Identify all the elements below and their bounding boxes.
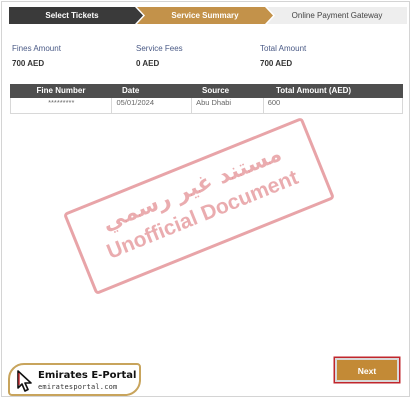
- progress-stepper: Select Tickets Service Summary Online Pa…: [9, 7, 407, 24]
- cell-date: 05/01/2024: [112, 98, 193, 113]
- cell-fine-number: *********: [11, 98, 113, 113]
- table-header-row: Fine Number Date Source Total Amount (AE…: [10, 84, 403, 98]
- fines-amount-label: Fines Amount: [12, 44, 61, 53]
- total-amount-value: 700 AED: [260, 59, 293, 68]
- cell-total-amount: 600: [267, 98, 281, 107]
- step-service-summary: Service Summary: [137, 7, 273, 24]
- header-total-amount: Total Amount (AED): [276, 86, 352, 95]
- logo-title: Emirates E-Portal: [38, 370, 137, 381]
- header-source: Source: [202, 86, 230, 95]
- service-fees: Service Fees 0 AED: [136, 44, 183, 68]
- next-button[interactable]: Next: [335, 358, 399, 382]
- total-amount: Total Amount 700 AED: [260, 44, 306, 68]
- fines-table: Fine Number Date Source Total Amount (AE…: [10, 84, 403, 114]
- service-fees-value: 0 AED: [136, 59, 160, 68]
- total-amount-label: Total Amount: [260, 44, 307, 53]
- unofficial-document-stamp: مستند غير رسمي Unofficial Document: [62, 116, 336, 296]
- page-frame: Select Tickets Service Summary Online Pa…: [1, 1, 410, 397]
- header-date: Date: [122, 86, 140, 95]
- header-fine-number: Fine Number: [36, 86, 86, 95]
- cursor-arrow-icon: [16, 370, 34, 397]
- step-select-tickets[interactable]: Select Tickets: [9, 7, 143, 24]
- cell-source: Abu Dhabi: [192, 98, 264, 113]
- step-online-payment-gateway: Online Payment Gateway: [267, 7, 407, 24]
- emirates-eportal-logo: Emirates E-Portal emiratesportal.com: [8, 363, 141, 396]
- fines-amount-value: 700 AED: [12, 59, 45, 68]
- table-row: ********* 05/01/2024 Abu Dhabi 600: [10, 98, 403, 114]
- amount-summary: Fines Amount 700 AED Service Fees 0 AED …: [12, 44, 402, 74]
- fines-amount: Fines Amount 700 AED: [12, 44, 61, 68]
- service-fees-label: Service Fees: [136, 44, 183, 53]
- logo-url: emiratesportal.com: [38, 383, 118, 391]
